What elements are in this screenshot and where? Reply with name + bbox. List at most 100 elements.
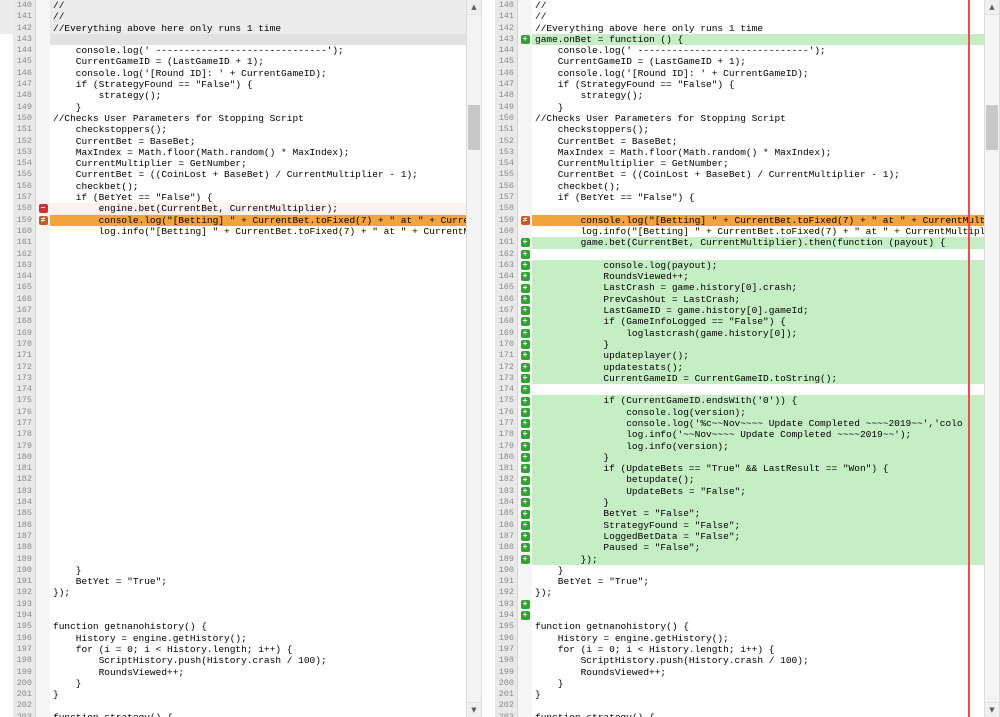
code-text[interactable]	[532, 384, 984, 395]
code-text[interactable]: }	[532, 497, 984, 508]
code-text[interactable]: BetYet = "False";	[532, 508, 984, 519]
code-text[interactable]	[50, 508, 466, 519]
code-text[interactable]	[50, 362, 466, 373]
code-text[interactable]: strategy();	[532, 90, 984, 101]
code-text[interactable]: checkstoppers();	[532, 124, 984, 135]
code-text[interactable]: function strategy() {	[50, 712, 466, 717]
code-text[interactable]: MaxIndex = Math.floor(Math.random() * Ma…	[50, 147, 466, 158]
code-text[interactable]: updateplayer();	[532, 350, 984, 361]
code-text[interactable]: }	[532, 452, 984, 463]
code-text[interactable]	[50, 316, 466, 327]
code-text[interactable]: checkbet();	[532, 181, 984, 192]
code-text[interactable]: loglastcrash(game.history[0]);	[532, 328, 984, 339]
code-text[interactable]: console.log('[Round ID]: ' + CurrentGame…	[50, 68, 466, 79]
right-scrollbar-thumb[interactable]	[986, 105, 998, 150]
code-text[interactable]	[50, 531, 466, 542]
code-text[interactable]: updatestats();	[532, 362, 984, 373]
code-text[interactable]: PrevCashOut = LastCrash;	[532, 294, 984, 305]
code-text[interactable]: if (BetYet == "False") {	[532, 192, 984, 203]
code-text[interactable]: if (BetYet == "False") {	[50, 192, 466, 203]
code-text[interactable]: UpdateBets = "False";	[532, 486, 984, 497]
scroll-down-icon[interactable]: ▼	[985, 702, 999, 717]
code-text[interactable]: StrategyFound = "False";	[532, 520, 984, 531]
code-text[interactable]	[50, 34, 466, 45]
code-text[interactable]: function getnanohistory() {	[50, 621, 466, 632]
code-text[interactable]: log.info("[Betting] " + CurrentBet.toFix…	[532, 226, 984, 237]
code-text[interactable]: RoundsViewed++;	[50, 667, 466, 678]
code-text[interactable]: game.bet(CurrentBet, CurrentMultiplier).…	[532, 237, 984, 248]
code-text[interactable]: //Everything above here only runs 1 time	[50, 23, 466, 34]
code-text[interactable]: });	[50, 587, 466, 598]
code-text[interactable]: console.log(' --------------------------…	[532, 45, 984, 56]
code-text[interactable]: game.onBet = function () {	[532, 34, 984, 45]
code-text[interactable]: CurrentGameID = (LastGameID + 1);	[50, 56, 466, 67]
code-text[interactable]: });	[532, 554, 984, 565]
code-text[interactable]: CurrentMultiplier = GetNumber;	[50, 158, 466, 169]
code-text[interactable]: //Checks User Parameters for Stopping Sc…	[50, 113, 466, 124]
right-vertical-scrollbar[interactable]: ▲ ▼	[984, 0, 1000, 717]
code-text[interactable]	[50, 441, 466, 452]
code-text[interactable]: //	[532, 11, 984, 22]
code-text[interactable]: //	[50, 0, 466, 11]
code-text[interactable]: if (UpdateBets == "True" && LastResult =…	[532, 463, 984, 474]
code-text[interactable]: History = engine.getHistory();	[532, 633, 984, 644]
code-text[interactable]: CurrentBet = ((CoinLost + BaseBet) / Cur…	[532, 169, 984, 180]
code-text[interactable]: CurrentBet = BaseBet;	[50, 136, 466, 147]
code-text[interactable]: //	[532, 0, 984, 11]
code-text[interactable]: for (i = 0; i < History.length; i++) {	[50, 644, 466, 655]
code-text[interactable]	[50, 350, 466, 361]
code-text[interactable]: }	[50, 689, 466, 700]
code-text[interactable]: if (StrategyFound == "False") {	[50, 79, 466, 90]
code-text[interactable]: MaxIndex = Math.floor(Math.random() * Ma…	[532, 147, 984, 158]
code-text[interactable]: BetYet = "True";	[532, 576, 984, 587]
code-text[interactable]: }	[532, 689, 984, 700]
code-text[interactable]: //Everything above here only runs 1 time	[532, 23, 984, 34]
code-text[interactable]: }	[532, 565, 984, 576]
code-text[interactable]: LastGameID = game.history[0].gameId;	[532, 305, 984, 316]
code-text[interactable]: CurrentGameID = CurrentGameID.toString()…	[532, 373, 984, 384]
code-text[interactable]: log.info(version);	[532, 441, 984, 452]
code-text[interactable]: checkbet();	[50, 181, 466, 192]
code-text[interactable]: });	[532, 587, 984, 598]
code-text[interactable]: LoggedBetData = "False";	[532, 531, 984, 542]
code-text[interactable]	[50, 294, 466, 305]
code-text[interactable]: ScriptHistory.push(History.crash / 100);	[50, 655, 466, 666]
code-text[interactable]: RoundsViewed++;	[532, 667, 984, 678]
code-text[interactable]: CurrentGameID = (LastGameID + 1);	[532, 56, 984, 67]
code-text[interactable]: BetYet = "True";	[50, 576, 466, 587]
code-text[interactable]	[532, 203, 984, 214]
code-text[interactable]	[50, 249, 466, 260]
scroll-up-icon[interactable]: ▲	[985, 0, 999, 15]
code-text[interactable]	[50, 599, 466, 610]
code-text[interactable]	[50, 260, 466, 271]
code-text[interactable]	[50, 542, 466, 553]
code-text[interactable]	[50, 373, 466, 384]
code-text[interactable]	[50, 486, 466, 497]
code-text[interactable]: Paused = "False";	[532, 542, 984, 553]
code-text[interactable]	[50, 395, 466, 406]
code-text[interactable]: }	[50, 102, 466, 113]
code-text[interactable]: CurrentBet = BaseBet;	[532, 136, 984, 147]
code-text[interactable]	[50, 520, 466, 531]
code-text[interactable]: if (StrategyFound == "False") {	[532, 79, 984, 90]
code-text[interactable]	[50, 418, 466, 429]
code-text[interactable]	[50, 328, 466, 339]
code-text[interactable]: //Checks User Parameters for Stopping Sc…	[532, 113, 984, 124]
code-text[interactable]	[50, 237, 466, 248]
code-text[interactable]	[50, 700, 466, 711]
code-text[interactable]: History = engine.getHistory();	[50, 633, 466, 644]
code-text[interactable]: }	[50, 678, 466, 689]
code-text[interactable]	[50, 282, 466, 293]
code-text[interactable]: function strategy() {	[532, 712, 984, 717]
code-text[interactable]: console.log("[Betting] " + CurrentBet.to…	[532, 215, 984, 226]
code-text[interactable]: }	[50, 565, 466, 576]
code-text[interactable]: function getnanohistory() {	[532, 621, 984, 632]
code-text[interactable]: console.log(version);	[532, 407, 984, 418]
code-text[interactable]	[50, 554, 466, 565]
code-text[interactable]: strategy();	[50, 90, 466, 101]
left-scrollbar-thumb[interactable]	[468, 105, 480, 150]
code-text[interactable]	[50, 497, 466, 508]
code-text[interactable]: console.log(payout);	[532, 260, 984, 271]
code-text[interactable]	[50, 305, 466, 316]
code-text[interactable]: //	[50, 11, 466, 22]
